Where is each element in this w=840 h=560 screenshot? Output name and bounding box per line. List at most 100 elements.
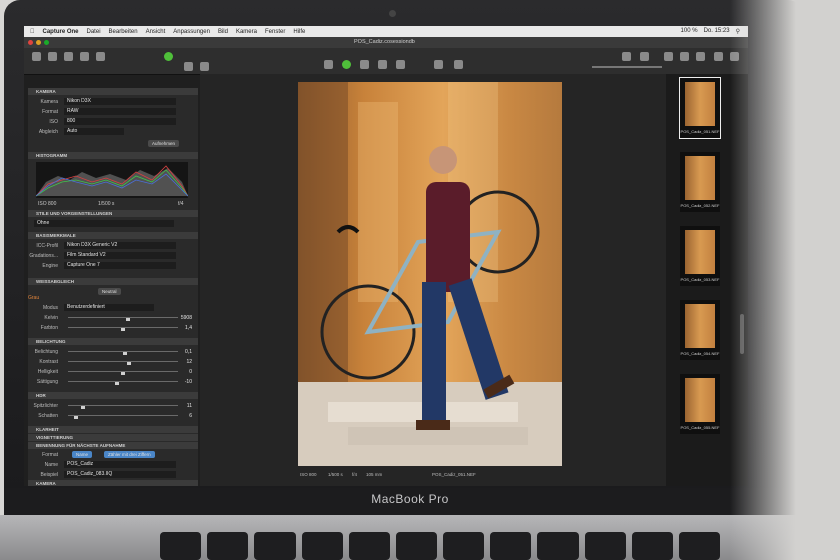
thumbnail[interactable]: POS_Cadiz_055.NEF	[680, 374, 720, 434]
slider-knob[interactable]	[121, 328, 125, 331]
spitzlichter-track[interactable]	[68, 405, 178, 409]
schatten-track[interactable]	[68, 415, 178, 419]
info-icon[interactable]	[640, 52, 649, 61]
row-abgleich[interactable]: Abgleich Auto	[28, 128, 198, 136]
curve-value[interactable]: Film Standard V2	[64, 252, 176, 259]
helligkeit-value[interactable]: 0	[189, 368, 192, 376]
menu-datei[interactable]: Datei	[87, 29, 101, 35]
section-camera-bottom[interactable]: KAMERA	[28, 480, 198, 486]
row-curve[interactable]: Gradations... Film Standard V2	[28, 252, 198, 260]
engine-value[interactable]: Capture One 7	[64, 262, 176, 269]
format-value[interactable]: RAW	[64, 108, 176, 115]
kontrast-value[interactable]: 12	[186, 358, 192, 366]
apple-icon[interactable]: 	[30, 29, 35, 35]
slider-knob[interactable]	[80, 406, 85, 409]
belichtung-track[interactable]	[68, 351, 178, 355]
row-icc[interactable]: ICC-Profil Nikon D3X Generic V2	[28, 242, 198, 250]
menu-hilfe[interactable]: Hilfe	[293, 29, 305, 35]
section-white-balance[interactable]: WEISSABGLEICH	[28, 278, 198, 285]
section-base[interactable]: BASISMERKMALE	[28, 232, 198, 239]
row-naming-name[interactable]: Name POS_Cadiz	[28, 461, 198, 469]
kelvin-value[interactable]: 5908	[181, 314, 192, 322]
saettigung-value[interactable]: -10	[185, 378, 192, 386]
slider-knob[interactable]	[127, 362, 132, 365]
icc-value[interactable]: Nikon D3X Generic V2	[64, 242, 176, 249]
row-naming-format[interactable]: Format Name Zähler mit drei Ziffern	[28, 451, 198, 459]
thumbnail-selected[interactable]: POS_Cadiz_051.NEF	[679, 77, 721, 139]
redo-icon[interactable]	[80, 52, 89, 61]
farbton-track[interactable]	[68, 327, 178, 331]
menu-app[interactable]: Capture One	[43, 29, 79, 35]
section-styles[interactable]: STILE UND VORGEINSTELLUNGEN	[28, 210, 198, 217]
menu-anpassungen[interactable]: Anpassungen	[173, 29, 210, 35]
menu-ansicht[interactable]: Ansicht	[146, 29, 166, 35]
menu-fenster[interactable]: Fenster	[265, 29, 285, 35]
keystone-tool-icon[interactable]	[396, 60, 405, 69]
section-hdr[interactable]: HDR	[28, 392, 198, 399]
single-view-icon[interactable]	[200, 62, 209, 71]
section-naming[interactable]: BENENNUNG FÜR NÄCHSTE AUFNAHME	[28, 442, 198, 449]
belichtung-value[interactable]: 0,1	[185, 348, 192, 356]
section-klarheit[interactable]: KLARHEIT	[28, 426, 198, 433]
grid-view-icon[interactable]	[184, 62, 193, 71]
slider-knob[interactable]	[74, 416, 79, 419]
abgleich-value[interactable]: Auto	[64, 128, 124, 135]
undo-icon[interactable]	[64, 52, 73, 61]
thumbnail[interactable]: POS_Cadiz_052.NEF	[680, 152, 720, 212]
capture-icon[interactable]	[164, 52, 173, 61]
section-histogram[interactable]: HISTOGRAMM	[28, 152, 198, 159]
slider-kelvin[interactable]: Kelvin 5908	[28, 314, 198, 322]
main-photo[interactable]	[298, 82, 562, 466]
brush-tool-icon[interactable]	[454, 60, 463, 69]
thumbnail[interactable]: POS_Cadiz_054.NEF	[680, 300, 720, 360]
farbton-value[interactable]: 1,4	[185, 324, 192, 332]
spitzlichter-value[interactable]: 11	[187, 402, 192, 410]
slider-schatten[interactable]: Schatten 6	[28, 412, 198, 420]
slider-knob[interactable]	[123, 352, 128, 355]
compare-icon[interactable]	[680, 52, 689, 61]
warning-icon[interactable]	[664, 52, 673, 61]
row-kamera[interactable]: Kamera Nikon D3X	[28, 98, 198, 106]
minimize-button[interactable]	[36, 40, 41, 45]
battery-status[interactable]: 100 %	[681, 28, 698, 35]
pan-tool-icon[interactable]	[342, 60, 351, 69]
folder-icon[interactable]	[96, 52, 105, 61]
picker-tool-icon[interactable]	[434, 60, 443, 69]
section-camera[interactable]: KAMERA	[28, 88, 198, 95]
naming-name-value[interactable]: POS_Cadiz	[64, 461, 176, 468]
image-viewer[interactable]: ISO 800 1/500 s f/4 105 mm POS_Cadiz_051…	[200, 74, 680, 486]
print-icon[interactable]	[714, 52, 723, 61]
close-button[interactable]	[28, 40, 33, 45]
kelvin-track[interactable]	[68, 317, 178, 321]
slider-spitzlichter[interactable]: Spitzlichter 11	[28, 402, 198, 410]
camera-value[interactable]: Nikon D3X	[64, 98, 176, 105]
zoom-button[interactable]	[44, 40, 49, 45]
section-exposure[interactable]: BELICHTUNG	[28, 338, 198, 345]
token-name[interactable]: Name	[72, 451, 93, 458]
thumbnail[interactable]: POS_Cadiz_053.NEF	[680, 226, 720, 286]
row-styles[interactable]: Ohne	[28, 220, 198, 228]
menu-bearbeiten[interactable]: Bearbeiten	[109, 29, 138, 35]
rotate-tool-icon[interactable]	[378, 60, 387, 69]
capture-button[interactable]: Aufnehmen	[148, 140, 180, 147]
kontrast-track[interactable]	[68, 361, 178, 365]
row-wb-mode[interactable]: Modus Benutzerdefiniert	[28, 304, 198, 312]
crop-tool-icon[interactable]	[360, 60, 369, 69]
slider-knob[interactable]	[114, 382, 119, 385]
slider-helligkeit[interactable]: Helligkeit 0	[28, 368, 198, 376]
styles-value[interactable]: Ohne	[34, 220, 174, 227]
schatten-value[interactable]: 6	[189, 412, 192, 420]
cursor-tool-icon[interactable]	[324, 60, 333, 69]
view-toggle-icon[interactable]	[622, 52, 631, 61]
slider-knob[interactable]	[126, 318, 131, 321]
row-format[interactable]: Format RAW	[28, 108, 198, 116]
section-vignettierung[interactable]: VIGNETTIERUNG	[28, 434, 198, 441]
token-counter[interactable]: Zähler mit drei Ziffern	[104, 451, 155, 458]
saettigung-track[interactable]	[68, 381, 178, 385]
import-icon[interactable]	[32, 52, 41, 61]
iso-value[interactable]: 800	[64, 118, 176, 125]
slider-kontrast[interactable]: Kontrast 12	[28, 358, 198, 366]
thumbnail-size-slider[interactable]	[592, 66, 662, 68]
helligkeit-track[interactable]	[68, 371, 178, 375]
menu-kamera[interactable]: Kamera	[236, 29, 257, 35]
